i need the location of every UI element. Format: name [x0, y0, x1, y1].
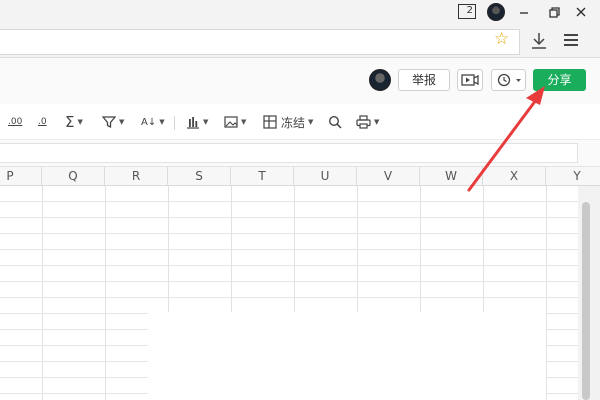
- formula-input[interactable]: [0, 143, 578, 163]
- chart-icon: [187, 117, 199, 129]
- image-button[interactable]: ▼: [224, 113, 246, 131]
- column-header-x[interactable]: X: [483, 167, 546, 186]
- grid-row-line: [0, 265, 578, 266]
- close-icon: [576, 7, 586, 17]
- close-button[interactable]: [571, 3, 591, 21]
- sum-button[interactable]: Σ ▼: [65, 113, 83, 131]
- filter-button[interactable]: ▼: [102, 113, 124, 131]
- chart-button[interactable]: ▼: [186, 113, 208, 131]
- chevron-down-icon: ▼: [308, 118, 314, 126]
- toolbar-divider: [174, 116, 175, 130]
- menu-icon[interactable]: [564, 34, 578, 46]
- decrease-decimal-label: .0: [38, 117, 47, 127]
- column-header-w[interactable]: W: [420, 167, 483, 186]
- search-button[interactable]: [328, 113, 342, 131]
- decrease-decimal-button[interactable]: .0: [38, 113, 47, 131]
- column-header-t[interactable]: T: [231, 167, 294, 186]
- grid-column-line: [42, 186, 43, 400]
- print-button[interactable]: ▼: [356, 113, 379, 131]
- column-header-p[interactable]: P: [0, 167, 42, 186]
- bookmark-star-icon[interactable]: ☆: [494, 31, 509, 48]
- user-avatar-small[interactable]: [487, 3, 505, 21]
- restore-icon: [548, 6, 560, 18]
- grid-row-line: [0, 201, 578, 202]
- chevron-down-icon: ▼: [203, 118, 209, 126]
- print-icon: [356, 115, 371, 129]
- blank-overlay: [148, 312, 546, 400]
- sum-icon: Σ: [65, 113, 75, 131]
- chevron-down-icon: ▼: [77, 118, 83, 126]
- grid-column-line: [105, 186, 106, 400]
- url-input[interactable]: [0, 29, 520, 55]
- vertical-scrollbar[interactable]: [578, 186, 600, 400]
- sort-button[interactable]: A↓ ▼: [141, 113, 165, 131]
- restore-button[interactable]: [544, 3, 564, 21]
- minimize-icon: [520, 12, 528, 14]
- share-button[interactable]: 分享: [533, 69, 586, 91]
- grid-row-line: [0, 217, 578, 218]
- column-header-row: PQRSTUVWXY: [0, 166, 600, 186]
- chevron-down-icon: ▼: [241, 118, 247, 126]
- column-header-u[interactable]: U: [294, 167, 357, 186]
- minimize-button[interactable]: [514, 3, 534, 21]
- search-icon: [328, 115, 342, 129]
- scrollbar-thumb[interactable]: [582, 202, 590, 400]
- column-header-v[interactable]: V: [357, 167, 420, 186]
- history-icon: [497, 73, 521, 87]
- filter-icon: [102, 116, 116, 129]
- freeze-label: 冻结: [281, 115, 306, 130]
- grid-row-line: [0, 297, 578, 298]
- column-header-s[interactable]: S: [168, 167, 231, 186]
- grid-row-line: [0, 281, 578, 282]
- freeze-button[interactable]: 冻结 ▼: [263, 113, 313, 131]
- app-header: 举报 分享: [0, 58, 600, 104]
- increase-decimal-button[interactable]: .00: [8, 113, 22, 131]
- increase-decimal-label: .00: [8, 117, 23, 127]
- video-button[interactable]: [457, 69, 483, 91]
- user-avatar[interactable]: [369, 69, 391, 91]
- address-bar-row: ☆: [0, 26, 600, 58]
- grid-row-line: [0, 249, 578, 250]
- history-button[interactable]: [491, 69, 526, 91]
- image-icon: [224, 116, 238, 128]
- column-header-r[interactable]: R: [105, 167, 168, 186]
- video-icon: [461, 74, 479, 86]
- report-button[interactable]: 举报: [398, 69, 450, 91]
- tab-count-badge[interactable]: 2: [458, 4, 476, 19]
- download-icon[interactable]: [530, 31, 548, 51]
- toolbar: .00 .0 Σ ▼ ▼ A↓ ▼ ▼ ▼ 冻结 ▼ ▼: [0, 104, 600, 140]
- freeze-icon: [263, 115, 277, 129]
- grid-row-line: [0, 233, 578, 234]
- window-titlebar: 2: [0, 0, 600, 26]
- formula-bar: [0, 140, 600, 166]
- sort-icon: A↓: [141, 116, 157, 128]
- grid-column-line: [546, 186, 547, 400]
- chevron-down-icon: ▼: [119, 118, 125, 126]
- column-header-q[interactable]: Q: [42, 167, 105, 186]
- column-header-y[interactable]: Y: [546, 167, 600, 186]
- chevron-down-icon: ▼: [374, 118, 380, 126]
- chevron-down-icon: ▼: [159, 118, 165, 126]
